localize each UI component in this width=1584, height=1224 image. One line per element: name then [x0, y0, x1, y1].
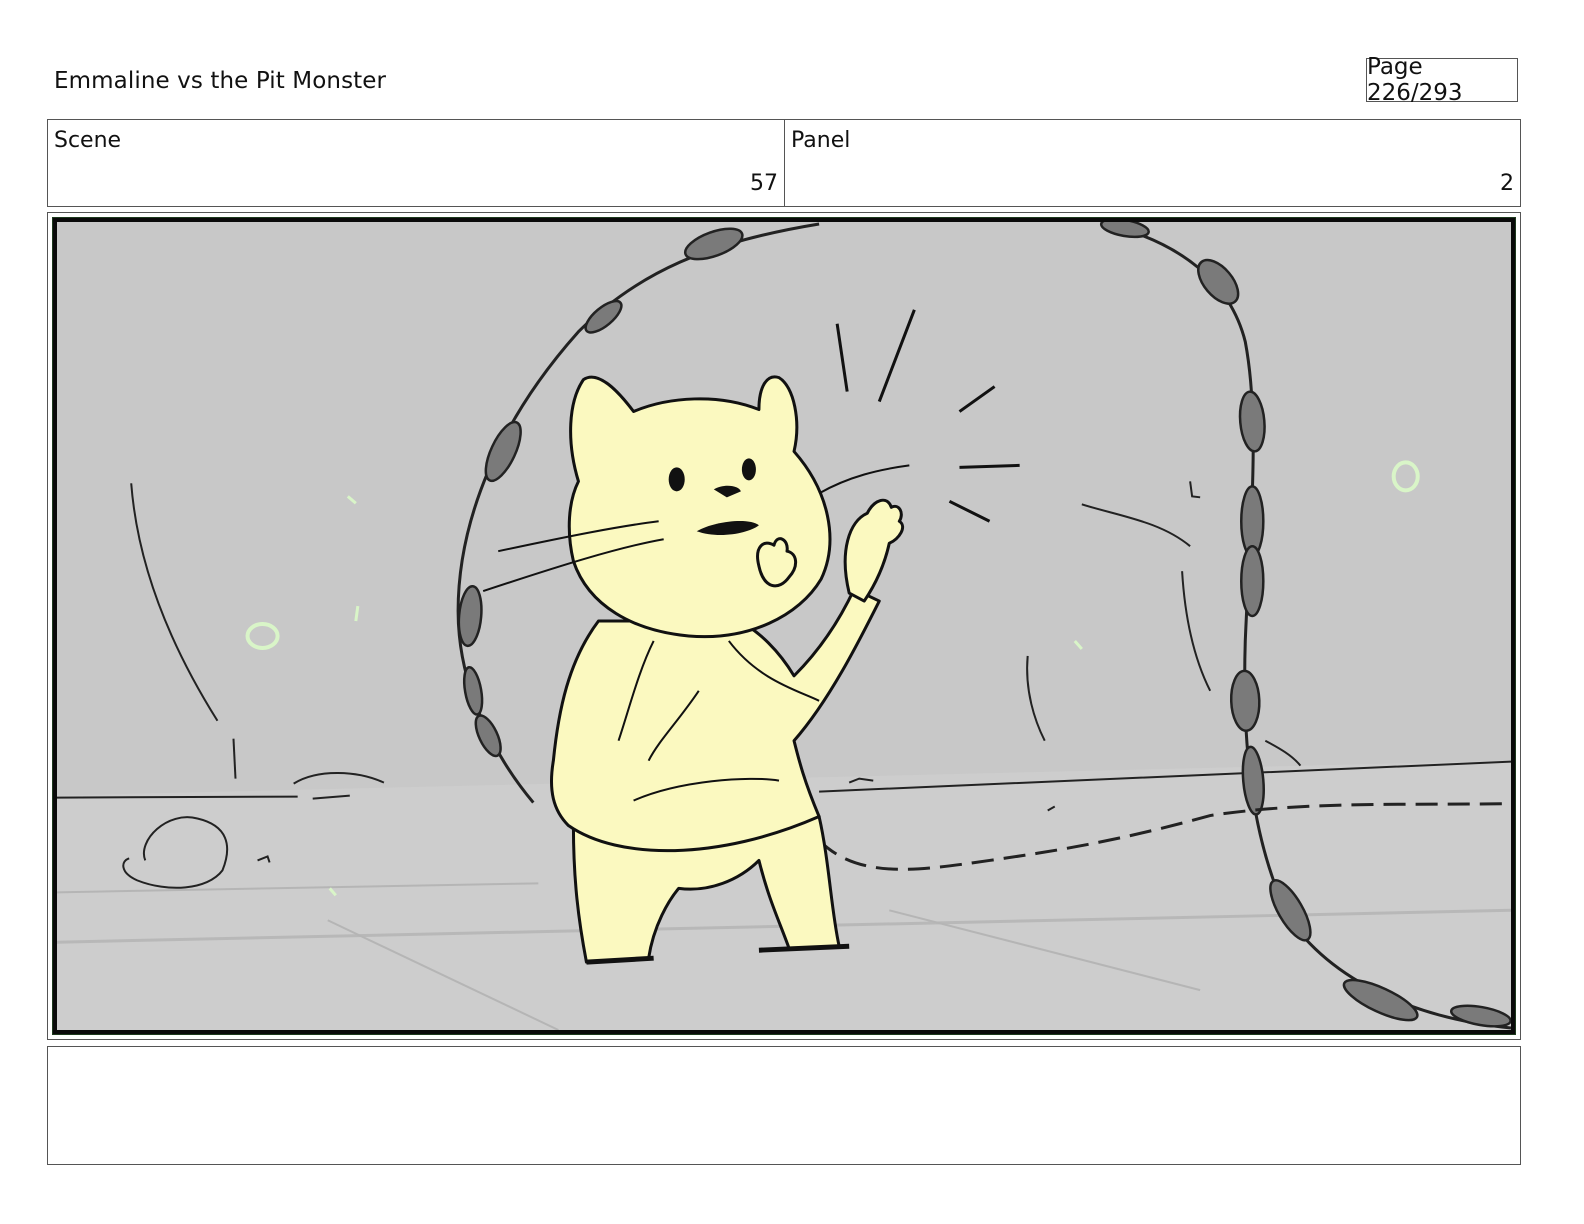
- page-indicator: Page 226/293: [1366, 54, 1518, 106]
- panel-cell: Panel 2: [785, 120, 1520, 206]
- panel-frame: [47, 212, 1521, 1040]
- storyboard-drawing: [57, 222, 1511, 1030]
- scene-panel-info: Scene 57 Panel 2: [47, 119, 1521, 207]
- panel-label: Panel: [791, 128, 851, 153]
- panel-number: 2: [1500, 171, 1514, 196]
- scene-number: 57: [750, 171, 778, 196]
- panel-image-border: [52, 217, 1516, 1035]
- scene-cell: Scene 57: [48, 120, 785, 206]
- scene-label: Scene: [54, 128, 122, 153]
- storyboard-title: Emmaline vs the Pit Monster: [54, 68, 387, 94]
- notes-box: [47, 1046, 1521, 1165]
